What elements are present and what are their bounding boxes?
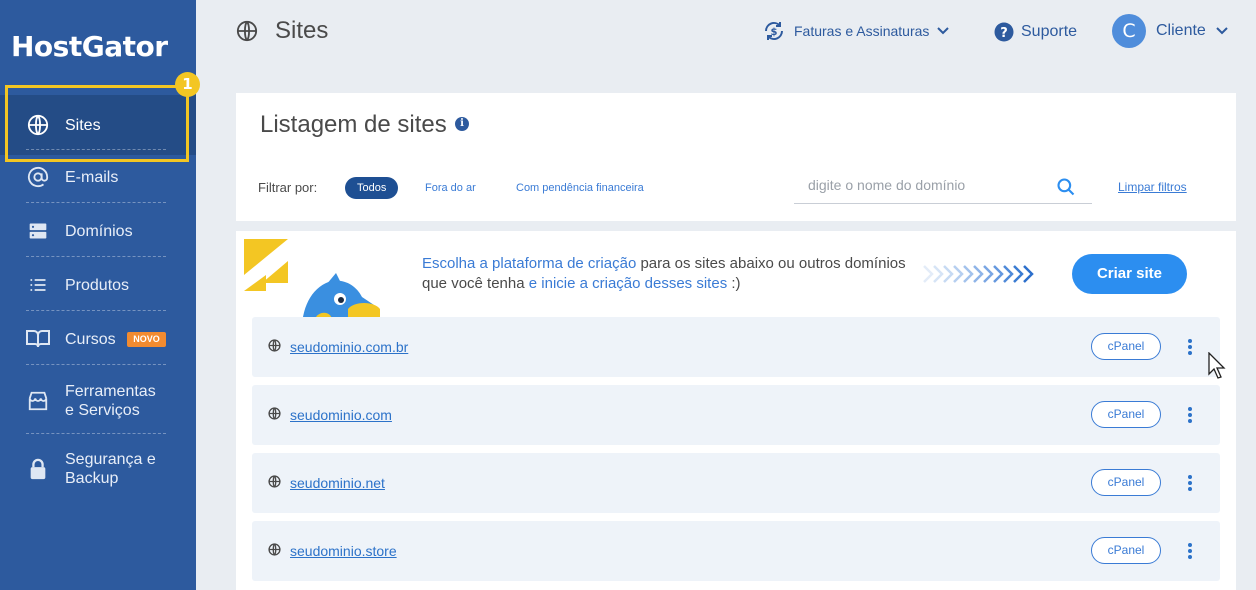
divider — [26, 364, 166, 365]
sidebar-item-emails[interactable]: E-mails — [0, 164, 196, 190]
mascot-illustration — [244, 239, 380, 329]
domain-link[interactable]: seudominio.com — [290, 407, 392, 423]
mouse-cursor-icon — [1208, 352, 1226, 379]
divider — [26, 202, 166, 203]
promo-text-part: :) — [727, 275, 741, 292]
sidebar-item-label: E-mails — [65, 168, 119, 186]
user-menu[interactable]: C Cliente — [1112, 14, 1228, 48]
billing-menu[interactable]: $ Faturas e Assinaturas — [762, 18, 950, 44]
server-icon — [26, 219, 50, 243]
filter-label: Filtrar por: — [258, 180, 318, 195]
new-badge: NOVO — [127, 331, 166, 347]
globe-icon — [268, 339, 281, 357]
sidebar-item-label: Cursos — [65, 330, 116, 348]
store-icon — [26, 389, 50, 413]
filter-financial-pending[interactable]: Com pendência financeira — [516, 177, 644, 199]
book-icon — [26, 327, 50, 351]
list-icon — [26, 273, 50, 297]
sidebar-item-tools[interactable]: Ferramentas e Serviços — [0, 381, 196, 421]
cpanel-button[interactable]: cPanel — [1091, 537, 1161, 564]
globe-icon — [268, 475, 281, 493]
svg-text:$: $ — [771, 27, 778, 38]
info-icon[interactable]: i — [455, 117, 469, 131]
billing-icon: $ — [762, 19, 786, 43]
avatar: C — [1112, 14, 1146, 48]
promo-highlight: e inicie a criação desses sites — [528, 275, 728, 292]
domain-link[interactable]: seudominio.com.br — [290, 339, 408, 355]
chevron-down-icon — [937, 27, 950, 35]
divider — [26, 256, 166, 257]
filter-all[interactable]: Todos — [345, 177, 399, 199]
clear-filters-link[interactable]: Limpar filtros — [1118, 180, 1187, 194]
sidebar-item-label: Backup — [65, 470, 119, 487]
promo-text: Escolha a plataforma de criação para os … — [422, 254, 922, 294]
divider — [26, 433, 166, 434]
sidebar-item-label: Segurança e — [65, 451, 156, 468]
globe-icon — [268, 543, 281, 561]
svg-text:?: ? — [1000, 26, 1008, 41]
tutorial-highlight — [5, 85, 189, 162]
arrows-decoration — [923, 265, 1034, 283]
lock-icon — [26, 457, 50, 481]
filter-offline[interactable]: Fora do ar — [425, 177, 476, 199]
hostgator-logo[interactable]: HostGator — [11, 30, 168, 63]
support-label: Suporte — [1021, 23, 1078, 40]
cpanel-button[interactable]: cPanel — [1091, 401, 1161, 428]
help-icon: ? — [994, 22, 1014, 42]
search-box — [794, 172, 1092, 204]
sidebar-item-label: Domínios — [65, 222, 133, 240]
billing-label: Faturas e Assinaturas — [794, 23, 930, 39]
search-icon[interactable] — [1056, 177, 1076, 202]
divider — [26, 310, 166, 311]
sidebar-item-label: Produtos — [65, 276, 130, 294]
sidebar-item-products[interactable]: Produtos — [0, 272, 196, 298]
create-site-button[interactable]: Criar site — [1072, 254, 1187, 294]
table-row: seudominio.com cPanel — [252, 385, 1220, 445]
sites-panel: Escolha a plataforma de criação para os … — [236, 231, 1236, 590]
domain-link[interactable]: seudominio.store — [290, 543, 397, 559]
chevron-down-icon — [1216, 27, 1228, 35]
domain-link[interactable]: seudominio.net — [290, 475, 385, 491]
cpanel-button[interactable]: cPanel — [1091, 469, 1161, 496]
more-options-icon[interactable] — [1182, 541, 1198, 561]
globe-icon — [236, 20, 258, 47]
globe-icon — [268, 407, 281, 425]
page-title: Sites — [275, 17, 329, 44]
at-sign-icon — [26, 165, 50, 189]
support-link[interactable]: ? Suporte — [994, 20, 1077, 44]
more-options-icon[interactable] — [1182, 473, 1198, 493]
sidebar-item-courses[interactable]: Cursos NOVO — [0, 326, 196, 352]
section-title: Listagem de sites — [260, 111, 447, 138]
table-row: seudominio.com.br cPanel — [252, 317, 1220, 377]
sidebar-item-label: e Serviços — [65, 402, 140, 419]
sidebar-item-label: Ferramentas — [65, 383, 156, 400]
user-name: Cliente — [1156, 22, 1206, 39]
more-options-icon[interactable] — [1182, 405, 1198, 425]
more-options-icon[interactable] — [1182, 337, 1198, 357]
sidebar-item-domains[interactable]: Domínios — [0, 218, 196, 244]
sidebar-item-security[interactable]: Segurança e Backup — [0, 449, 196, 489]
cpanel-button[interactable]: cPanel — [1091, 333, 1161, 360]
table-row: seudominio.net cPanel — [252, 453, 1220, 513]
search-input[interactable] — [808, 177, 1048, 193]
step-badge: 1 — [175, 72, 200, 97]
listing-card: Listagem de sites i Filtrar por: Todos F… — [236, 93, 1236, 221]
table-row: seudominio.store cPanel — [252, 521, 1220, 581]
promo-highlight: Escolha a plataforma de criação — [422, 255, 637, 272]
